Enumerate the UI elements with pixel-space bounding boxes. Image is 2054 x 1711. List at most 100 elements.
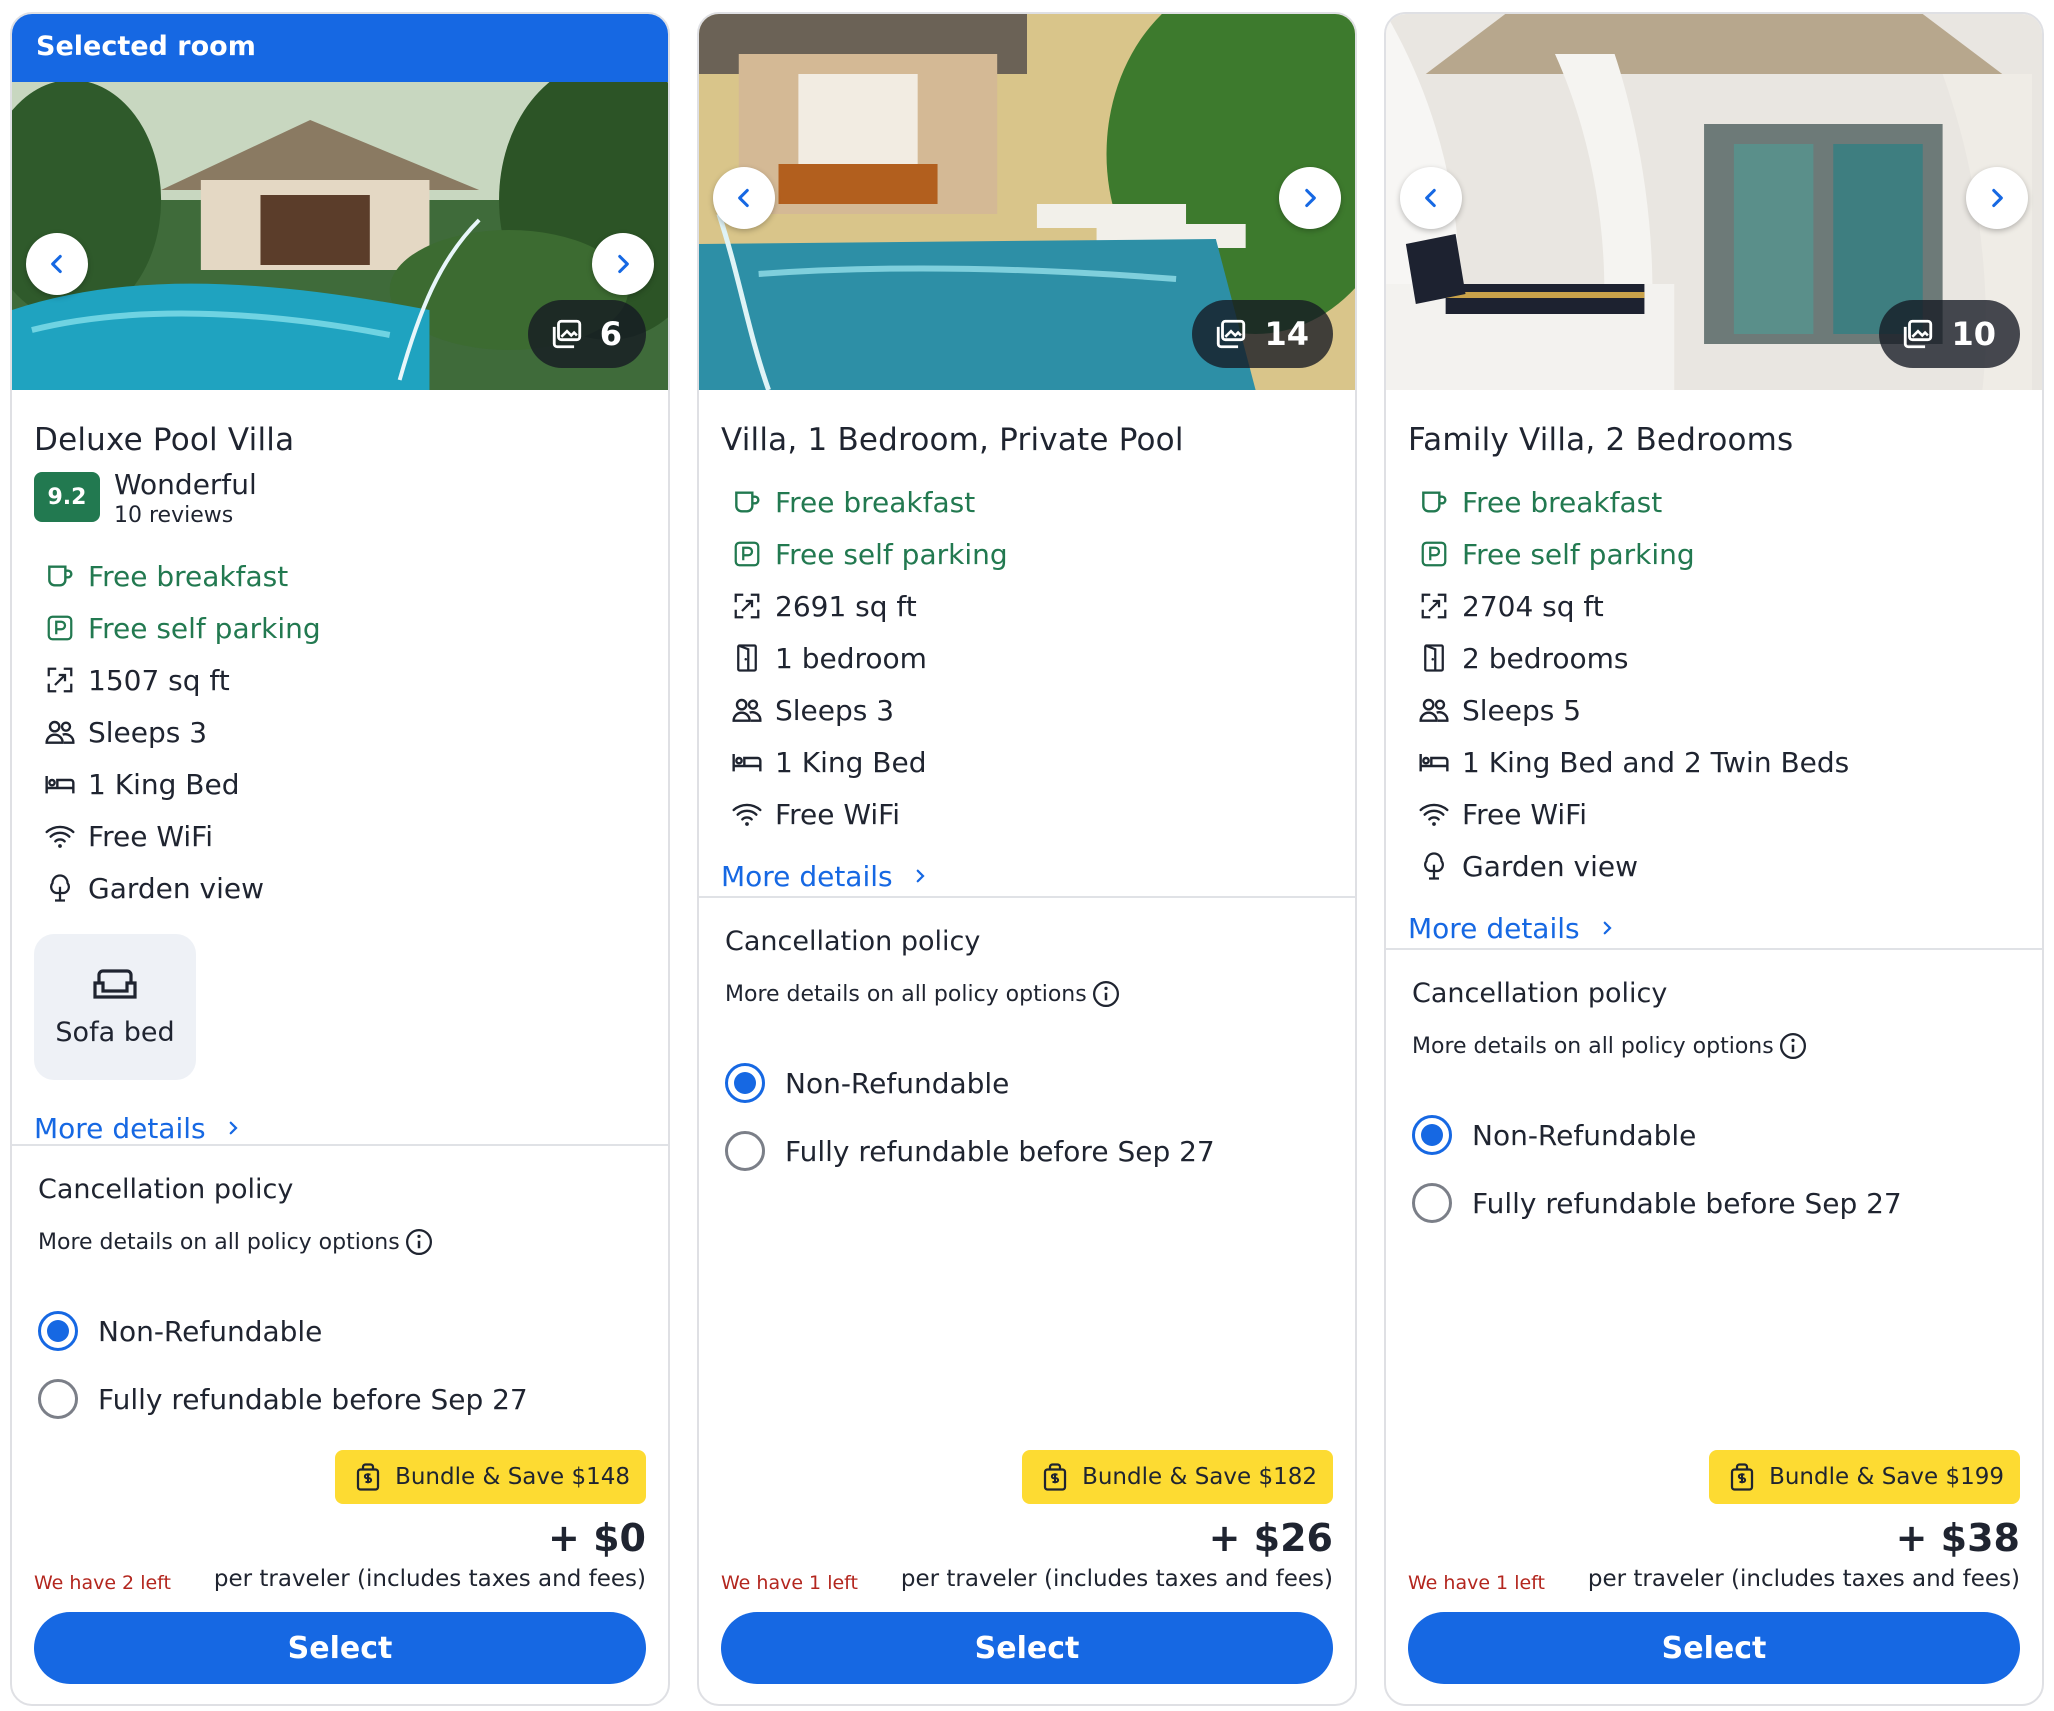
guest-rating: 9.2 Wonderful 10 reviews <box>34 468 646 528</box>
policy-details-link[interactable]: More details on all policy options <box>725 979 1333 1009</box>
radio-button[interactable] <box>38 1311 78 1351</box>
bundle-save-badge: Bundle & Save $199 <box>1709 1450 2020 1504</box>
wifi-icon <box>42 818 78 854</box>
sofa-icon <box>93 968 137 999</box>
room-card-villa-1-bedroom: 14 Villa, 1 Bedroom, Private Pool Free b… <box>697 12 1357 1706</box>
room-photo-gallery[interactable]: 10 <box>1386 14 2042 390</box>
expand-icon <box>42 662 78 698</box>
price-amount: + $0 <box>548 1516 646 1560</box>
amenity-free-breakfast: Free breakfast <box>1408 476 2020 528</box>
policy-title: Cancellation policy <box>1412 978 1668 1009</box>
amenity-bed: 1 King Bed and 2 Twin Beds <box>1408 736 2020 788</box>
room-photo-gallery[interactable]: 6 <box>12 80 668 390</box>
coffee-cup-icon <box>42 558 78 594</box>
gallery-icon <box>552 319 581 349</box>
chevron-left-icon <box>1425 188 1436 208</box>
tree-icon <box>1416 848 1452 884</box>
door-icon <box>1416 640 1452 676</box>
chevron-right-icon <box>618 254 629 274</box>
parking-icon <box>42 610 78 646</box>
tree-icon <box>42 870 78 906</box>
photo-count-button[interactable]: 6 <box>527 300 646 368</box>
photo-count-button[interactable]: 14 <box>1192 300 1333 368</box>
room-photo-gallery[interactable]: 14 <box>699 14 1355 390</box>
price-note: per traveler (includes taxes and fees) <box>213 1566 646 1592</box>
selected-room-banner: Selected room <box>12 14 668 82</box>
amenity-wifi: Free WiFi <box>34 810 646 862</box>
radio-button[interactable] <box>1412 1183 1452 1223</box>
policy-title: Cancellation policy <box>38 1174 294 1205</box>
people-icon <box>729 692 765 728</box>
option-fully-refundable[interactable]: Fully refundable before Sep 27 <box>1412 1169 2020 1237</box>
previous-photo-button[interactable] <box>1400 167 1462 229</box>
option-fully-refundable[interactable]: Fully refundable before Sep 27 <box>38 1365 646 1433</box>
policy-title: Cancellation policy <box>725 926 981 957</box>
amenity-free-breakfast: Free breakfast <box>721 476 1333 528</box>
review-count: 10 reviews <box>114 503 234 528</box>
photo-count-button[interactable]: 10 <box>1879 300 2020 368</box>
chevron-right-icon <box>1305 188 1316 208</box>
radio-button[interactable] <box>725 1131 765 1171</box>
info-icon[interactable] <box>404 1227 434 1257</box>
next-photo-button[interactable] <box>592 233 654 295</box>
door-icon <box>729 640 765 676</box>
rating-label: Wonderful <box>114 468 257 501</box>
amenity-free-parking: Free self parking <box>34 602 646 654</box>
expand-icon <box>729 588 765 624</box>
chevron-right-icon <box>1603 921 1612 935</box>
radio-button[interactable] <box>38 1379 78 1419</box>
room-name: Family Villa, 2 Bedrooms <box>1408 422 1794 458</box>
info-icon[interactable] <box>1778 1031 1808 1061</box>
photo-count: 6 <box>599 315 622 353</box>
room-name: Deluxe Pool Villa <box>34 422 295 458</box>
select-button[interactable]: Select <box>34 1612 646 1684</box>
bed-icon <box>1416 744 1452 780</box>
gallery-icon <box>1217 319 1246 349</box>
rooms-left-notice: We have 1 left <box>721 1572 858 1594</box>
wifi-icon <box>729 796 765 832</box>
info-icon[interactable] <box>1091 979 1121 1009</box>
next-photo-button[interactable] <box>1966 167 2028 229</box>
coffee-cup-icon <box>1416 484 1452 520</box>
rating-score-badge: 9.2 <box>34 472 100 522</box>
amenity-view: Garden view <box>1408 840 2020 892</box>
policy-details-link[interactable]: More details on all policy options <box>38 1227 646 1257</box>
option-non-refundable[interactable]: Non-Refundable <box>38 1297 646 1365</box>
amenity-size: 2704 sq ft <box>1408 580 2020 632</box>
option-non-refundable[interactable]: Non-Refundable <box>1412 1101 2020 1169</box>
bundle-save-badge: Bundle & Save $148 <box>335 1450 646 1504</box>
amenity-sleeps: Sleeps 3 <box>34 706 646 758</box>
option-fully-refundable[interactable]: Fully refundable before Sep 27 <box>725 1117 1333 1185</box>
parking-icon <box>729 536 765 572</box>
rooms-left-notice: We have 2 left <box>34 1572 171 1594</box>
option-non-refundable[interactable]: Non-Refundable <box>725 1049 1333 1117</box>
amenity-sleeps: Sleeps 3 <box>721 684 1333 736</box>
select-button[interactable]: Select <box>1408 1612 2020 1684</box>
rooms-left-notice: We have 1 left <box>1408 1572 1545 1594</box>
bundle-save-badge: Bundle & Save $182 <box>1022 1450 1333 1504</box>
bag-dollar-icon <box>1043 1463 1067 1491</box>
amenity-view: Garden view <box>34 862 646 914</box>
bed-icon <box>42 766 78 802</box>
amenity-free-parking: Free self parking <box>721 528 1333 580</box>
amenity-free-breakfast: Free breakfast <box>34 550 646 602</box>
price-amount: + $26 <box>1208 1516 1333 1560</box>
radio-button[interactable] <box>725 1063 765 1103</box>
previous-photo-button[interactable] <box>26 233 88 295</box>
chevron-left-icon <box>51 254 62 274</box>
previous-photo-button[interactable] <box>713 167 775 229</box>
select-button[interactable]: Select <box>721 1612 1333 1684</box>
policy-details-link[interactable]: More details on all policy options <box>1412 1031 2020 1061</box>
chevron-right-icon <box>229 1121 238 1135</box>
more-details-link[interactable]: More details <box>34 1100 646 1156</box>
amenity-size: 2691 sq ft <box>721 580 1333 632</box>
bag-dollar-icon <box>1730 1463 1754 1491</box>
cancellation-policy: Cancellation policy More details on all … <box>38 1174 646 1433</box>
sofa-bed-label: Sofa bed <box>55 1016 175 1048</box>
cancellation-policy: Cancellation policy More details on all … <box>725 926 1333 1185</box>
people-icon <box>1416 692 1452 728</box>
room-name: Villa, 1 Bedroom, Private Pool <box>721 422 1184 458</box>
radio-button[interactable] <box>1412 1115 1452 1155</box>
section-divider <box>699 896 1355 898</box>
next-photo-button[interactable] <box>1279 167 1341 229</box>
